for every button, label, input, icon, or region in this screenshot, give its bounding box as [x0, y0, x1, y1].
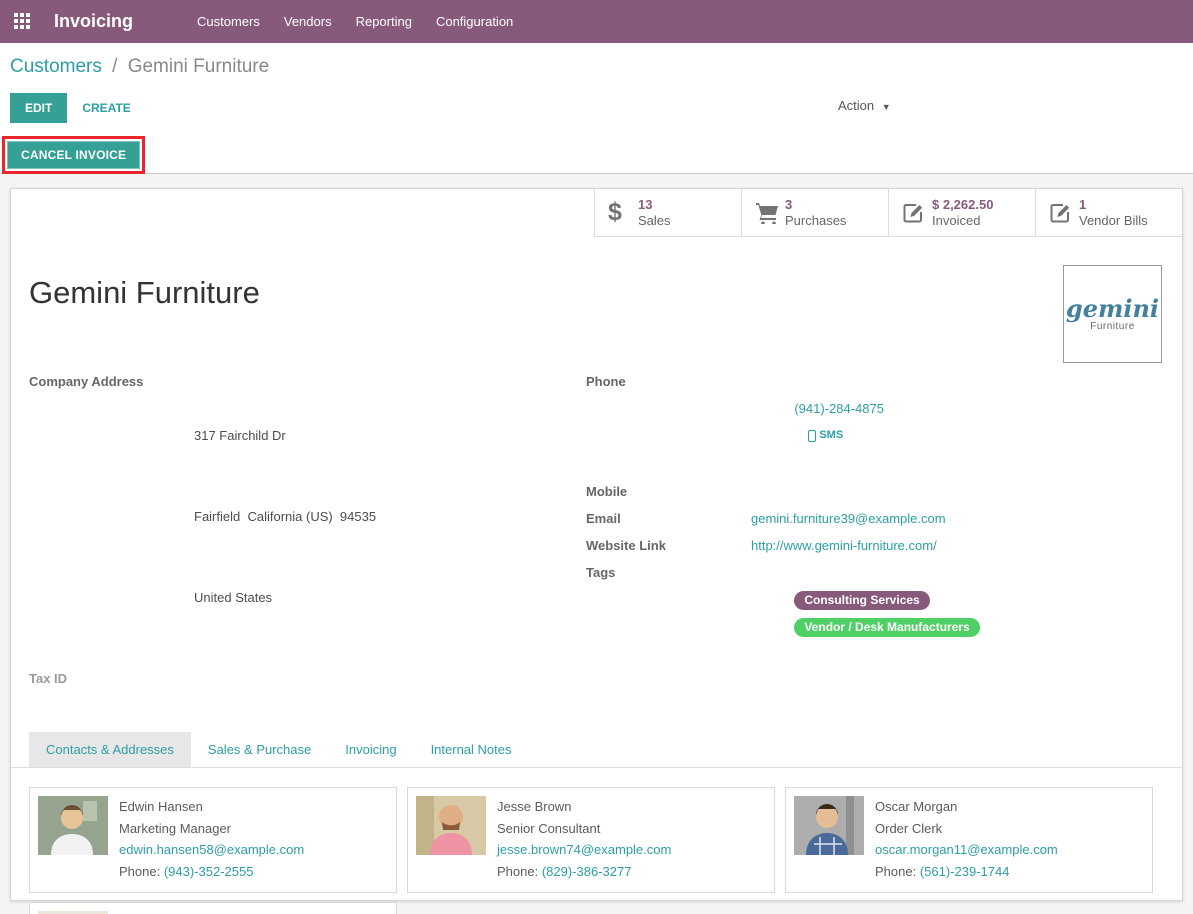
contact-card-jesse-brown[interactable]: Jesse Brown Senior Consultant jesse.brow… [407, 787, 775, 893]
tab-contacts-addresses[interactable]: Contacts & Addresses [29, 732, 191, 767]
mobile-phone-icon [808, 430, 816, 442]
app-name[interactable]: Invoicing [40, 11, 147, 32]
breadcrumb-separator: / [107, 56, 122, 77]
sms-button[interactable]: SMS [808, 422, 843, 449]
contact-phone-label: Phone: [875, 864, 916, 879]
nav-item-reporting[interactable]: Reporting [344, 2, 424, 41]
contact-phone[interactable]: (829)-386-3277 [542, 864, 632, 879]
contact-phone[interactable]: (561)-239-1744 [920, 864, 1010, 879]
breadcrumb-current: Gemini Furniture [128, 56, 270, 77]
contact-name: Oscar Morgan [875, 796, 1058, 818]
company-address-value: 317 Fairchild Dr Fairfield California (U… [194, 368, 376, 665]
edit-document-icon [1049, 202, 1079, 224]
address-country: United States [194, 584, 376, 611]
invoiced-amount: $ 2,262.50 [932, 197, 993, 213]
edit-document-icon [902, 202, 932, 224]
contacts-list: Edwin Hansen Marketing Manager edwin.han… [11, 768, 1182, 914]
mobile-label: Mobile [586, 478, 751, 505]
action-dropdown[interactable]: Action ▼ [838, 98, 891, 113]
purchases-label: Purchases [785, 213, 846, 229]
notebook-tabs: Contacts & Addresses Sales & Purchase In… [11, 732, 1182, 768]
contact-card-soham-palmer[interactable]: Soham Palmer Director soham.palmer15@exa… [29, 902, 397, 914]
invoiced-label: Invoiced [932, 213, 993, 229]
nav-item-vendors[interactable]: Vendors [272, 2, 344, 41]
field-group-left: Company Address 317 Fairchild Dr Fairfie… [29, 368, 586, 692]
stat-button-box: $ 13 Sales 3 Purchases [11, 189, 1182, 237]
vendor-bills-label: Vendor Bills [1079, 213, 1148, 229]
dollar-icon: $ [608, 198, 638, 227]
page-title: Gemini Furniture [29, 274, 1182, 311]
email-link[interactable]: gemini.furniture39@example.com [751, 511, 946, 526]
phone-link[interactable]: (941)-284-4875 [794, 401, 884, 416]
create-button[interactable]: CREATE [67, 93, 145, 123]
sms-label: SMS [819, 422, 843, 449]
stat-button-sales[interactable]: $ 13 Sales [594, 189, 741, 237]
email-label: Email [586, 505, 751, 532]
company-logo: gemini Furniture [1063, 265, 1162, 363]
top-navbar: Invoicing Customers Vendors Reporting Co… [0, 0, 1193, 43]
cancel-invoice-button[interactable]: CANCEL INVOICE [7, 141, 140, 169]
contact-function: Marketing Manager [119, 818, 304, 840]
stat-button-invoiced[interactable]: $ 2,262.50 Invoiced [888, 189, 1035, 237]
company-address-label: Company Address [29, 368, 194, 665]
tab-invoicing[interactable]: Invoicing [328, 732, 413, 767]
chevron-down-icon: ▼ [882, 102, 891, 112]
contact-phone-label: Phone: [497, 864, 538, 879]
contact-function: Order Clerk [875, 818, 1058, 840]
nav-item-customers[interactable]: Customers [185, 2, 272, 41]
nav-menu: Customers Vendors Reporting Configuratio… [185, 2, 525, 41]
tags-label: Tags [586, 559, 751, 667]
purchases-count: 3 [785, 197, 846, 213]
contact-photo [38, 796, 108, 855]
logo-sub-text: Furniture [1090, 321, 1135, 332]
tab-internal-notes[interactable]: Internal Notes [414, 732, 529, 767]
form-view-container: $ 13 Sales 3 Purchases [0, 174, 1193, 914]
red-highlight-annotation: CANCEL INVOICE [2, 136, 145, 174]
contact-photo [794, 796, 864, 855]
logo-script-text: gemini [1066, 297, 1159, 321]
nav-item-configuration[interactable]: Configuration [424, 2, 525, 41]
edit-button[interactable]: EDIT [10, 93, 67, 123]
sales-count: 13 [638, 197, 671, 213]
field-groups: Company Address 317 Fairchild Dr Fairfie… [29, 368, 1164, 692]
website-label: Website Link [586, 532, 751, 559]
contact-function: Senior Consultant [497, 818, 671, 840]
stat-button-purchases[interactable]: 3 Purchases [741, 189, 888, 237]
contact-name: Edwin Hansen [119, 796, 304, 818]
contact-email[interactable]: edwin.hansen58@example.com [119, 839, 304, 861]
field-group-right: Phone (941)-284-4875 SMS Mobile Email [586, 368, 1164, 692]
contact-card-edwin-hansen[interactable]: Edwin Hansen Marketing Manager edwin.han… [29, 787, 397, 893]
tab-sales-purchase[interactable]: Sales & Purchase [191, 732, 328, 767]
breadcrumb: Customers / Gemini Furniture [0, 43, 1193, 78]
contact-name: Jesse Brown [497, 796, 671, 818]
contact-email[interactable]: jesse.brown74@example.com [497, 839, 671, 861]
contact-phone-label: Phone: [119, 864, 160, 879]
vendor-bills-count: 1 [1079, 197, 1148, 213]
action-row: EDIT CREATE Action ▼ [0, 93, 1193, 123]
contact-card-oscar-morgan[interactable]: Oscar Morgan Order Clerk oscar.morgan11@… [785, 787, 1153, 893]
cart-icon [755, 202, 785, 224]
apps-grid-icon[interactable] [14, 13, 32, 31]
address-city-state-zip: Fairfield California (US) 94535 [194, 503, 376, 530]
contact-email[interactable]: oscar.morgan11@example.com [875, 839, 1058, 861]
tax-id-label: Tax ID [29, 665, 194, 692]
control-panel: Customers / Gemini Furniture EDIT CREATE… [0, 43, 1193, 174]
address-street: 317 Fairchild Dr [194, 422, 376, 449]
website-link[interactable]: http://www.gemini-furniture.com/ [751, 538, 937, 553]
phone-label: Phone [586, 368, 751, 478]
tag-consulting-services[interactable]: Consulting Services [794, 591, 929, 610]
breadcrumb-customers-link[interactable]: Customers [10, 56, 102, 77]
statusbar: CANCEL INVOICE [0, 137, 1193, 174]
tag-vendor-desk-manufacturers[interactable]: Vendor / Desk Manufacturers [794, 618, 979, 637]
contact-phone[interactable]: (943)-352-2555 [164, 864, 254, 879]
sales-label: Sales [638, 213, 671, 229]
partner-form-sheet: $ 13 Sales 3 Purchases [10, 188, 1183, 901]
stat-button-vendor-bills[interactable]: 1 Vendor Bills [1035, 189, 1182, 237]
contact-photo [416, 796, 486, 855]
